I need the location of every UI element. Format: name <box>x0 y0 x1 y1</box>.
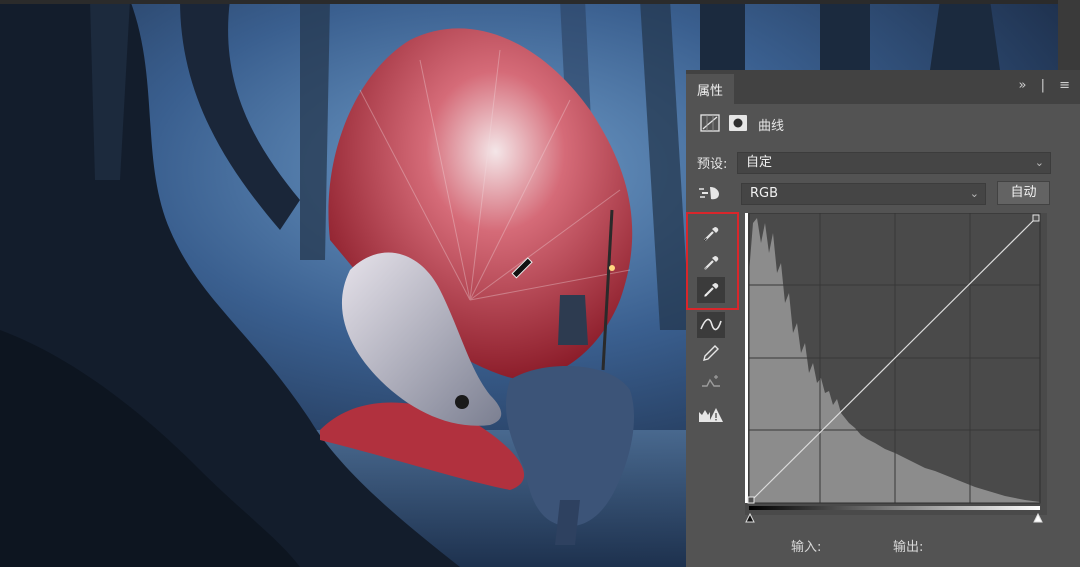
tab-properties[interactable]: 属性 <box>686 74 734 104</box>
smooth-curve-icon <box>702 375 720 387</box>
black-point-slider[interactable] <box>745 513 755 523</box>
top-edge-bar <box>0 0 1080 4</box>
layer-mask-icon[interactable] <box>728 114 748 132</box>
eyedropper-highlight-box <box>686 212 739 310</box>
adjustment-title: 曲线 <box>758 119 785 134</box>
clipping-warning-icon <box>699 408 723 422</box>
curves-graph[interactable] <box>745 212 1047 515</box>
channel-dropdown[interactable]: RGB ⌄ <box>741 183 986 205</box>
chevron-down-icon: ⌄ <box>1034 156 1044 169</box>
panel-controls: » | ≡ <box>1012 78 1072 93</box>
white-point-slider[interactable] <box>1033 513 1043 523</box>
properties-panel: 属性 » | ≡ 曲线 预设: 自定 ⌄ RGB ⌄ 自动 输入: 输出: <box>686 70 1080 567</box>
input-label: 输入: <box>791 540 822 555</box>
expand-icon[interactable]: » <box>1018 78 1028 93</box>
auto-button[interactable]: 自动 <box>997 181 1050 205</box>
on-image-adjustment-icon[interactable] <box>698 183 722 203</box>
curve-edit-points-icon <box>700 318 722 331</box>
preset-label: 预设: <box>697 157 728 172</box>
preset-dropdown[interactable]: 自定 ⌄ <box>737 152 1051 174</box>
curve-edit-points-tool[interactable] <box>697 312 725 338</box>
panel-menu-icon[interactable]: ≡ <box>1059 78 1072 93</box>
smooth-curve-tool[interactable] <box>697 370 725 396</box>
curves-adjustment-icon <box>700 114 720 132</box>
preset-value: 自定 <box>746 155 773 170</box>
scrollbar[interactable] <box>1058 0 1080 72</box>
panel-separator: | <box>1040 78 1047 93</box>
output-label: 输出: <box>893 540 924 555</box>
panel-tab-bar: 属性 » | ≡ <box>686 70 1080 104</box>
pencil-draw-icon <box>703 345 719 361</box>
clipping-warning-tool[interactable] <box>697 402 725 428</box>
chevron-down-icon: ⌄ <box>969 187 979 200</box>
channel-value: RGB <box>750 186 779 201</box>
adjustment-header: 曲线 <box>686 108 1080 138</box>
pencil-draw-tool[interactable] <box>697 340 725 366</box>
